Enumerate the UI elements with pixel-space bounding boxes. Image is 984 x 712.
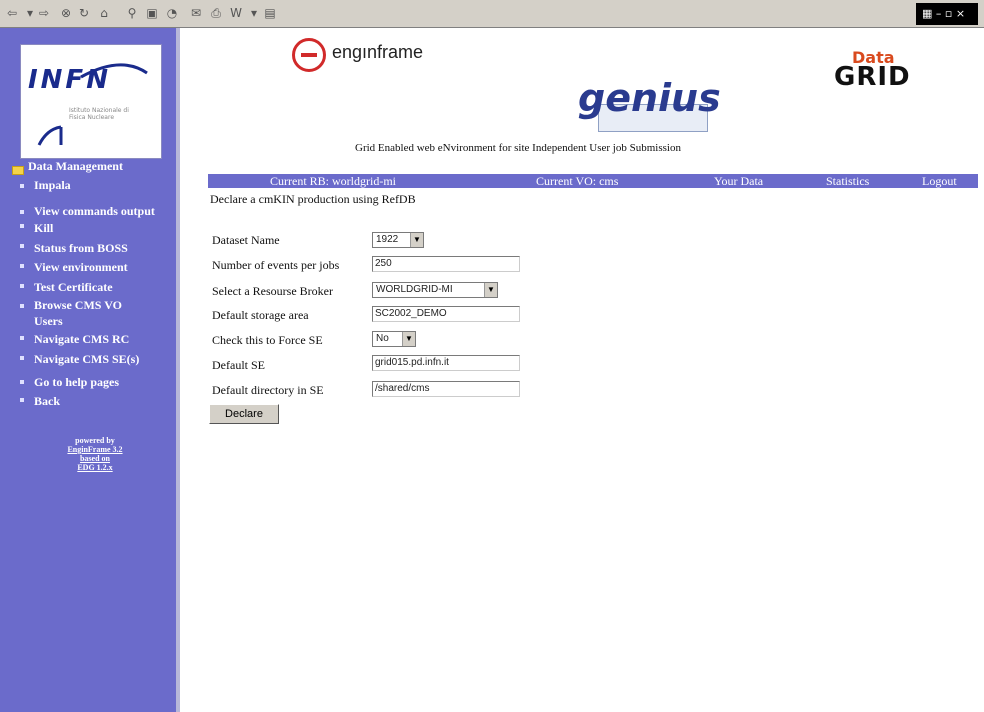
resource-broker-label: Select a Resourse Broker bbox=[212, 284, 333, 298]
bullet-icon bbox=[20, 398, 24, 402]
sidebar-item-navigate-cms-se[interactable]: Navigate CMS SE(s) bbox=[34, 352, 176, 367]
dataset-name-value: 1922 bbox=[376, 234, 399, 245]
sidebar-item-view-commands-output[interactable]: View commands output bbox=[34, 204, 176, 219]
bullet-icon bbox=[20, 336, 24, 340]
mail-icon[interactable]: ✉ bbox=[188, 5, 204, 21]
bullet-icon bbox=[20, 210, 24, 214]
infn-logo-subtext: Istituto Nazionale di Fisica Nucleare bbox=[69, 107, 129, 121]
resource-broker-select[interactable]: WORLDGRID-MI ▼ bbox=[372, 282, 498, 298]
powered-by: powered by EnginFrame 3.2 based on EDG 1… bbox=[40, 436, 150, 472]
based-on-label: based on bbox=[79, 454, 110, 463]
declare-button[interactable]: Declare bbox=[209, 404, 279, 424]
force-se-value: No bbox=[376, 333, 389, 344]
force-se-label: Check this to Force SE bbox=[212, 333, 323, 347]
dataset-name-label: Dataset Name bbox=[212, 233, 280, 247]
events-per-job-label: Number of events per jobs bbox=[212, 258, 340, 272]
bullet-icon bbox=[20, 244, 24, 248]
top-navbar: Current RB: worldgrid-mi Current VO: cms… bbox=[208, 174, 978, 188]
tagline: Grid Enabled web eNvironment for site In… bbox=[355, 142, 681, 154]
browser-toolbar: ⇦ ▾ ⇨ ⊗ ↻ ⌂ ⚲ ▣ ◔ ✉ ⎙ W ▾ ▤ ▦ – ▫ × bbox=[0, 0, 984, 28]
infn-logo: INFN Istituto Nazionale di Fisica Nuclea… bbox=[20, 44, 162, 159]
history-icon[interactable]: ◔ bbox=[164, 5, 180, 21]
bullet-icon bbox=[20, 356, 24, 360]
edg-link[interactable]: EDG 1.2.x bbox=[40, 463, 150, 472]
storage-area-input[interactable]: SC2002_DEMO bbox=[372, 306, 520, 322]
enginframe-circle-icon bbox=[292, 38, 326, 72]
statistics-link[interactable]: Statistics bbox=[826, 174, 869, 188]
enginframe-logo-text: engınframe bbox=[332, 42, 424, 62]
dataset-name-select[interactable]: 1922 ▼ bbox=[372, 232, 424, 248]
dropdown-icon[interactable]: ▾ bbox=[246, 5, 262, 21]
bullet-icon bbox=[20, 184, 24, 188]
forward-icon[interactable]: ⇨ bbox=[36, 5, 52, 21]
default-directory-input[interactable]: /shared/cms bbox=[372, 381, 520, 397]
sidebar-item-help-pages[interactable]: Go to help pages bbox=[34, 375, 176, 390]
chevron-down-icon[interactable]: ▼ bbox=[410, 233, 423, 247]
current-rb-link[interactable]: Current RB: worldgrid-mi bbox=[270, 174, 396, 188]
stop-icon[interactable]: ⊗ bbox=[58, 5, 74, 21]
discuss-icon[interactable]: ▤ bbox=[262, 5, 278, 21]
infn-logo-text: INFN bbox=[28, 65, 111, 95]
sidebar-item-browse-cms-vo-users[interactable]: Users bbox=[34, 314, 176, 329]
sidebar-item-data-management[interactable]: Data Management bbox=[28, 159, 170, 174]
force-se-select[interactable]: No ▼ bbox=[372, 331, 416, 347]
powered-by-label: powered by bbox=[75, 436, 115, 445]
datagrid-logo-bottom: GRID bbox=[834, 62, 911, 92]
windows-logo: ▦ – ▫ × bbox=[916, 3, 978, 25]
folder-icon bbox=[12, 166, 24, 175]
chevron-down-icon[interactable]: ▼ bbox=[484, 283, 497, 297]
sidebar-item-view-environment[interactable]: View environment bbox=[34, 260, 176, 275]
genius-logo: genius bbox=[578, 76, 721, 120]
refresh-icon[interactable]: ↻ bbox=[76, 5, 92, 21]
bullet-icon bbox=[20, 380, 24, 384]
edit-icon[interactable]: W bbox=[228, 5, 244, 21]
enginframe-link[interactable]: EnginFrame 3.2 bbox=[40, 445, 150, 454]
storage-area-label: Default storage area bbox=[212, 308, 309, 322]
sidebar-item-back[interactable]: Back bbox=[34, 394, 176, 409]
sidebar-item-browse-cms-vo[interactable]: Browse CMS VO bbox=[34, 298, 176, 313]
bullet-icon bbox=[20, 284, 24, 288]
home-icon[interactable]: ⌂ bbox=[96, 5, 112, 21]
logout-link[interactable]: Logout bbox=[922, 174, 957, 188]
datagrid-logo: Data GRID bbox=[834, 48, 944, 96]
infn-arc-icon bbox=[37, 63, 148, 146]
bullet-icon bbox=[20, 264, 24, 268]
default-se-label: Default SE bbox=[212, 358, 265, 372]
events-per-job-input[interactable]: 250 bbox=[372, 256, 520, 272]
bullet-icon bbox=[20, 304, 24, 308]
sidebar-item-kill[interactable]: Kill bbox=[34, 221, 176, 236]
sidebar-item-status-from-boss[interactable]: Status from BOSS bbox=[34, 241, 176, 256]
default-directory-label: Default directory in SE bbox=[212, 383, 324, 397]
resource-broker-value: WORLDGRID-MI bbox=[376, 284, 453, 295]
sidebar-item-navigate-cms-rc[interactable]: Navigate CMS RC bbox=[34, 332, 176, 347]
enginframe-logo: engınframe bbox=[292, 38, 432, 72]
favorites-icon[interactable]: ▣ bbox=[144, 5, 160, 21]
current-vo-link[interactable]: Current VO: cms bbox=[536, 174, 618, 188]
back-icon[interactable]: ⇦ bbox=[4, 5, 20, 21]
bullet-icon bbox=[20, 224, 24, 228]
your-data-link[interactable]: Your Data bbox=[714, 174, 763, 188]
search-icon[interactable]: ⚲ bbox=[124, 5, 140, 21]
sidebar-item-test-certificate[interactable]: Test Certificate bbox=[34, 280, 176, 295]
print-icon[interactable]: ⎙ bbox=[208, 5, 224, 21]
chevron-down-icon[interactable]: ▼ bbox=[402, 332, 415, 346]
sidebar-item-impala[interactable]: Impala bbox=[34, 178, 176, 193]
default-se-input[interactable]: grid015.pd.infn.it bbox=[372, 355, 520, 371]
sidebar: INFN Istituto Nazionale di Fisica Nuclea… bbox=[0, 28, 180, 712]
page-title: Declare a cmKIN production using RefDB bbox=[210, 192, 416, 206]
